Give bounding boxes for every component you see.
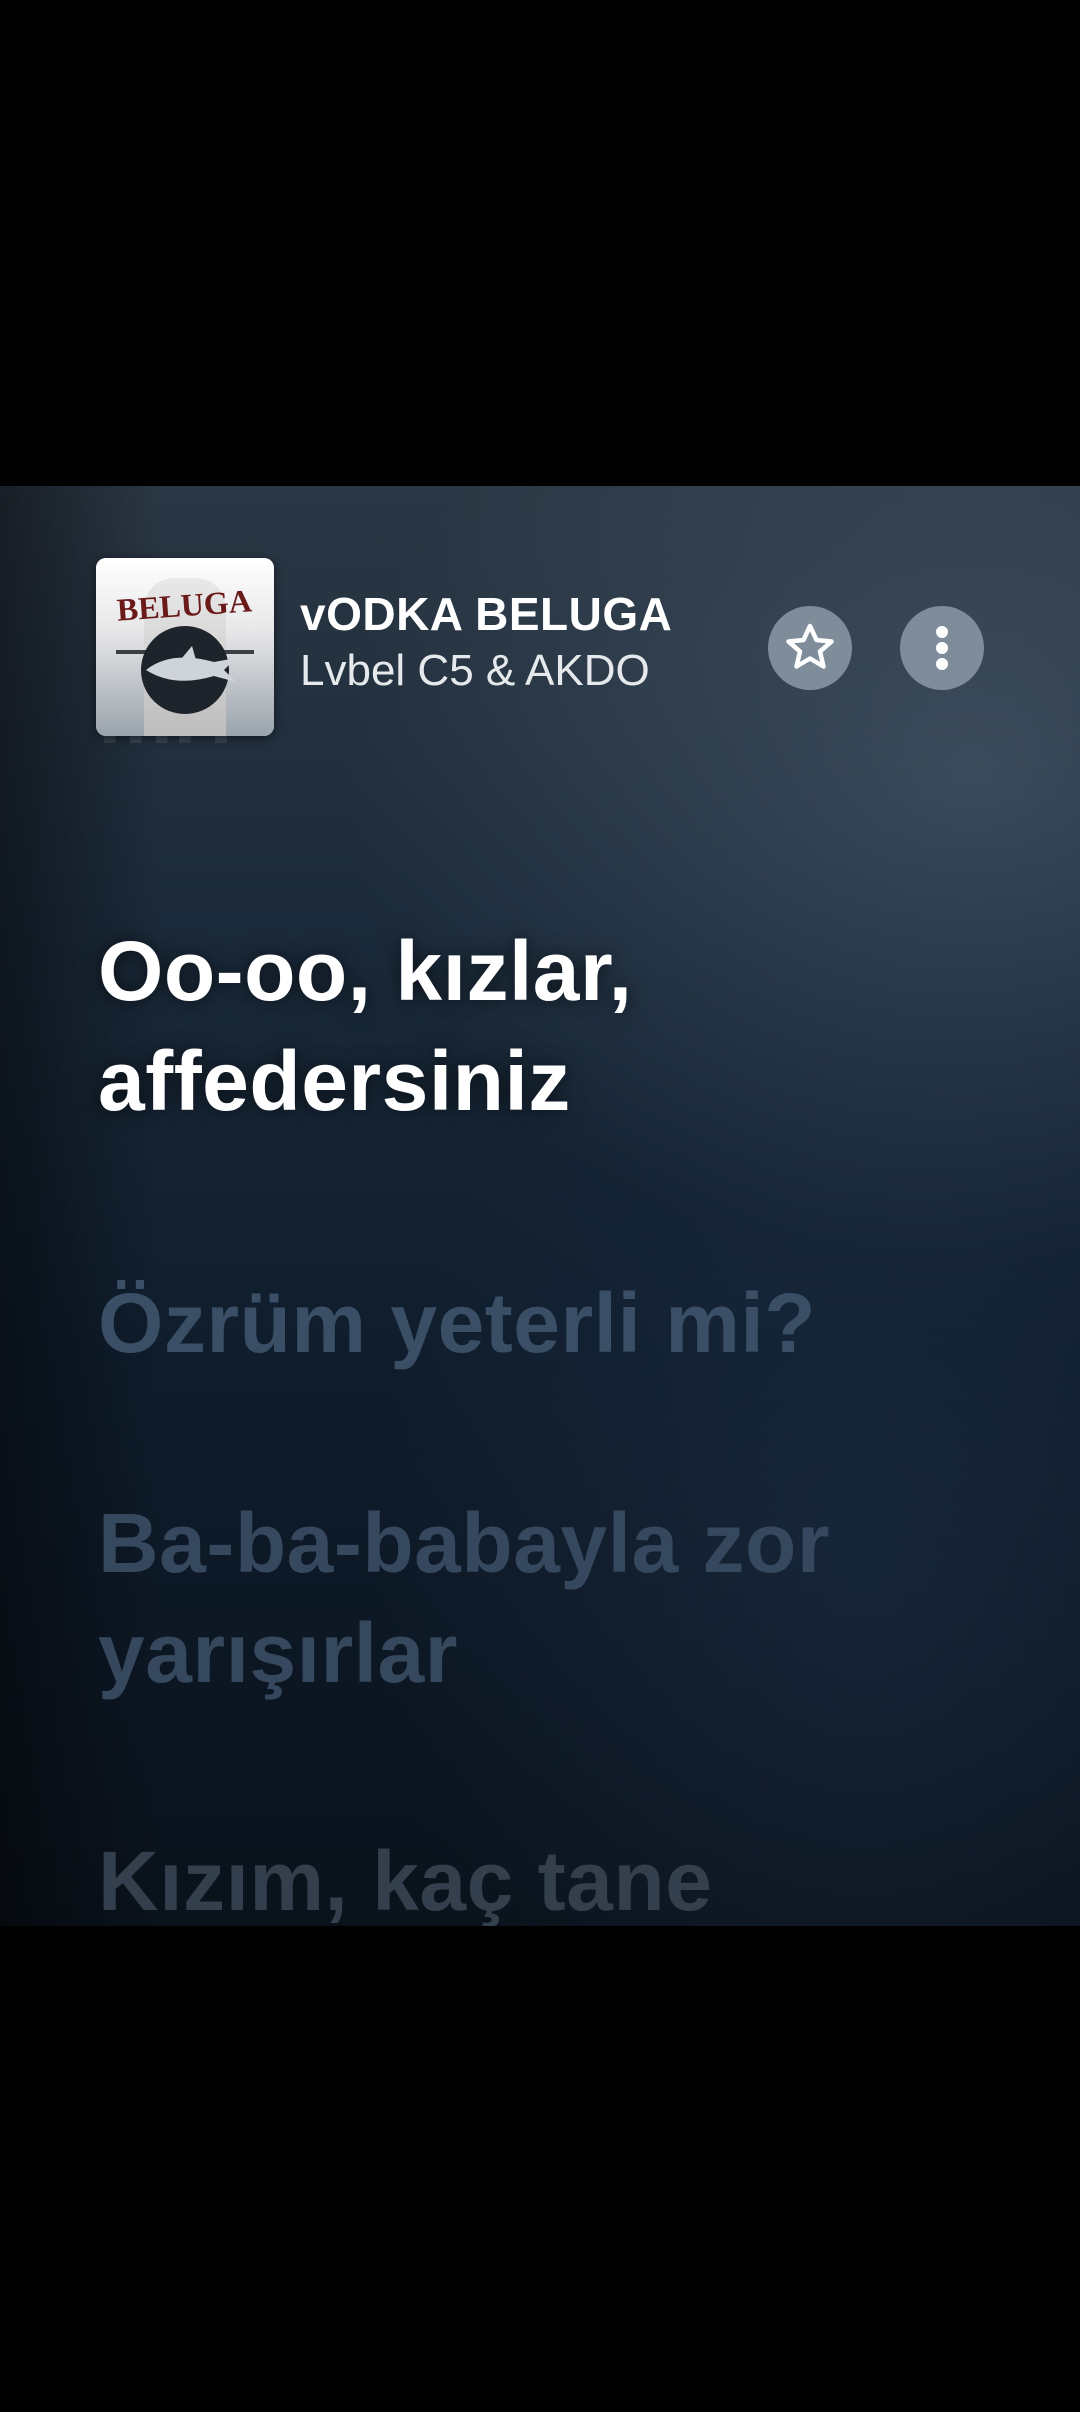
more-options-button[interactable]	[900, 606, 984, 690]
artist-name: Lvbel C5 & AKDO	[300, 646, 650, 695]
beluga-logo-icon: BELUGA	[116, 582, 254, 714]
now-playing-header: BELUGA vODKA BELUGA Lvbel C5 & AKDO	[0, 486, 1080, 746]
star-icon	[786, 623, 834, 669]
upcoming-lyric-text: Kızım, kaç tane	[98, 1834, 713, 1926]
favorite-button[interactable]	[768, 606, 852, 690]
upcoming-lyric-text: Özrüm yeterli mi?	[98, 1276, 817, 1370]
album-artwork[interactable]: BELUGA	[96, 558, 274, 736]
lyrics-panel[interactable]: mi? Oo-oo, kızlar, affedersiniz Özrüm ye…	[0, 486, 1080, 1926]
top-letterbox	[0, 0, 1080, 486]
more-vertical-icon	[936, 626, 948, 670]
upcoming-lyric-text: Ba-ba-babayla zor	[98, 1496, 831, 1590]
upcoming-lyric-line[interactable]: Özrüm yeterli mi?	[98, 1268, 816, 1378]
upcoming-lyric-text: yarışırlar	[98, 1606, 458, 1700]
svg-text:BELUGA: BELUGA	[116, 582, 253, 627]
song-title: vODKA BELUGA	[300, 588, 673, 640]
track-info[interactable]: vODKA BELUGA Lvbel C5 & AKDO	[300, 586, 672, 700]
bottom-letterbox	[0, 1926, 1080, 2412]
upcoming-lyric-line[interactable]: Kızım, kaç tane	[98, 1826, 712, 1926]
active-lyric-line-2: affedersiniz	[98, 1034, 571, 1128]
active-lyric-line[interactable]: Oo-oo, kızlar, affedersiniz	[98, 916, 632, 1136]
active-lyric-line-1: Oo-oo, kızlar,	[98, 924, 633, 1018]
upcoming-lyric-line[interactable]: Ba-ba-babayla zor yarışırlar	[98, 1488, 830, 1708]
